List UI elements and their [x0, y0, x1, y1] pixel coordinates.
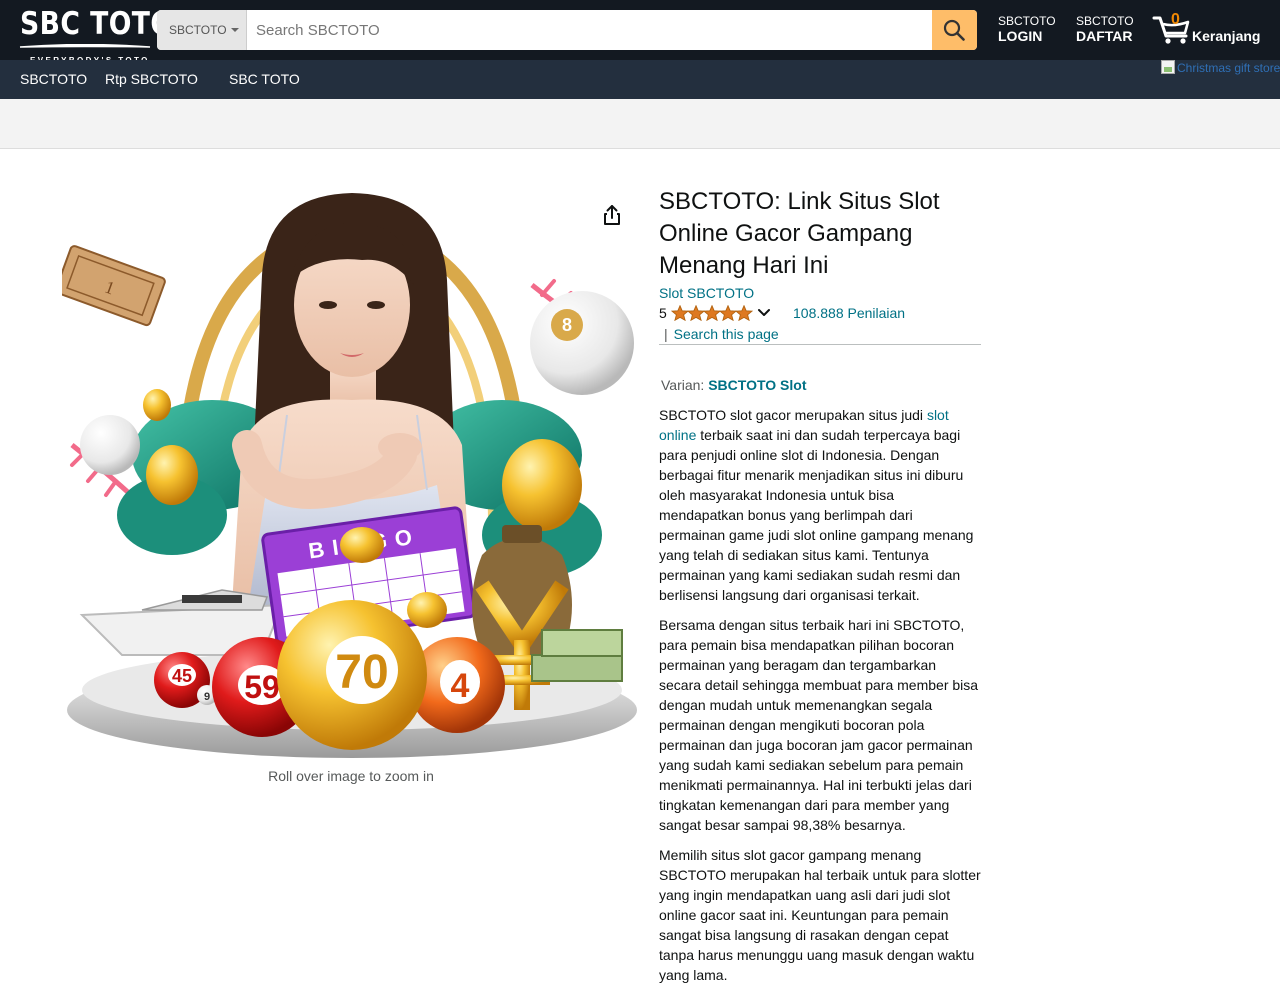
share-icon[interactable]	[600, 203, 624, 227]
chevron-down-icon[interactable]	[757, 307, 771, 319]
site-logo[interactable]: SBC TOTO EVERYBODY'S TOTO	[14, 6, 173, 65]
search-bar: SBCTOTO	[157, 10, 977, 50]
star-icon	[735, 305, 753, 321]
top-navbar: SBC TOTO EVERYBODY'S TOTO SBCTOTO SBCTOT…	[0, 0, 1280, 65]
secondary-navbar: SBCTOTO Rtp SBCTOTO SBC TOTO Christmas g…	[0, 60, 1280, 99]
para1-text-a: SBCTOTO slot gacor merupakan situs judi	[659, 407, 927, 423]
daftar-small-label: SBCTOTO	[1076, 14, 1134, 28]
description-paragraph-2: Bersama dengan situs terbaik hari ini SB…	[659, 617, 979, 833]
login-link[interactable]: SBCTOTO LOGIN	[998, 14, 1056, 45]
product-byline-link[interactable]: Slot SBCTOTO	[659, 283, 754, 303]
search-button[interactable]	[932, 10, 977, 50]
description-paragraph-1: SBCTOTO slot gacor merupakan situs judi …	[659, 405, 981, 605]
daftar-link[interactable]: SBCTOTO DAFTAR	[1076, 14, 1134, 45]
caret-down-icon	[230, 28, 239, 32]
rating-value: 5	[659, 305, 667, 321]
reviews-link[interactable]: 108.888 Penilaian	[793, 303, 905, 323]
zoom-hint: Roll over image to zoom in	[268, 768, 434, 784]
logo-text: SBC TOTO	[20, 6, 174, 42]
ball-label-8: 8	[562, 315, 572, 335]
cart-label: Keranjang	[1192, 28, 1261, 44]
variant-value[interactable]: SBCTOTO Slot	[708, 377, 806, 393]
nav-link-rtp-sbctoto[interactable]: Rtp SBCTOTO	[105, 71, 198, 87]
ball-label-4: 4	[451, 667, 470, 705]
ball-label-70: 70	[335, 646, 388, 699]
product-image[interactable]: 1 8 45 9 59 4 70	[55, 185, 640, 765]
subnav-band	[0, 99, 1280, 149]
nav-link-sbctoto[interactable]: SBCTOTO	[20, 71, 87, 87]
search-page-row: | Search this page	[659, 323, 981, 345]
description-paragraph-3: Memilih situs slot gacor gampang menang …	[659, 847, 981, 983]
cart-count: 0	[1171, 11, 1180, 28]
ball-label-45: 45	[172, 666, 192, 686]
variant-label: Varian:	[661, 377, 705, 393]
promo-alt-text: Christmas gift store	[1177, 61, 1280, 75]
product-info: SBCTOTO: Link Situs Slot Online Gacor Ga…	[659, 186, 981, 985]
search-icon	[943, 19, 965, 41]
cart-button[interactable]: 0 Keranjang	[1152, 10, 1272, 50]
rating-row: 5 108.888 Penilaian	[659, 303, 981, 323]
daftar-label: DAFTAR	[1076, 28, 1133, 44]
nav-link-sbc-toto[interactable]: SBC TOTO	[229, 71, 300, 87]
broken-image-icon	[1161, 60, 1175, 74]
login-small-label: SBCTOTO	[998, 14, 1056, 28]
login-label: LOGIN	[998, 28, 1043, 44]
star-rating[interactable]	[671, 305, 753, 321]
search-input[interactable]	[248, 10, 931, 50]
separator-pipe: |	[664, 326, 668, 342]
search-category-dropdown[interactable]: SBCTOTO	[157, 10, 247, 50]
product-illustration: 1 8 45 9 59 4 70	[55, 193, 637, 758]
para1-text-b: terbaik saat ini dan sudah terpercaya ba…	[659, 427, 974, 603]
ball-label-9: 9	[204, 691, 210, 703]
promo-banner-link[interactable]: Christmas gift store	[1161, 60, 1280, 76]
product-title: SBCTOTO: Link Situs Slot Online Gacor Ga…	[659, 188, 940, 279]
search-category-label: SBCTOTO	[169, 23, 227, 37]
ball-label-59: 59	[244, 669, 280, 705]
search-this-page-link[interactable]: Search this page	[674, 326, 779, 342]
variant-row: Varian: SBCTOTO Slot	[659, 375, 981, 395]
